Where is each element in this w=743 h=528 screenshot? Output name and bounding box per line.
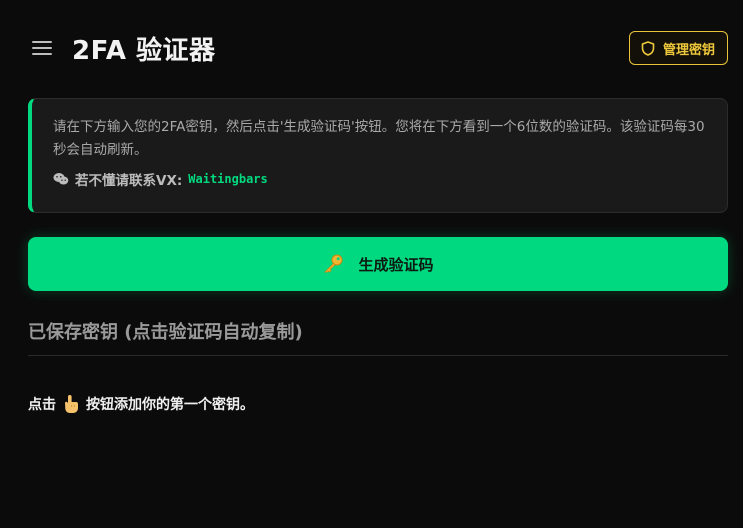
page-title: 2FA 验证器 bbox=[72, 35, 216, 66]
contact-label: 若不懂请联系VX: bbox=[75, 173, 183, 189]
manage-keys-label: 管理密钥 bbox=[662, 42, 715, 58]
wechat-icon bbox=[53, 173, 69, 185]
generate-code-button[interactable]: 生成验证码 bbox=[28, 237, 728, 291]
info-box: 请在下方输入您的2FA密钥，然后点击'生成验证码'按钮。您将在下方看到一个6位数… bbox=[28, 98, 728, 213]
key-icon bbox=[324, 254, 343, 273]
saved-keys-title: 已保存密钥 (点击验证码自动复制) bbox=[28, 322, 303, 343]
header: 2FA 验证器 管理密钥 bbox=[28, 28, 728, 68]
info-text: 请在下方输入您的2FA密钥，然后点击'生成验证码'按钮。您将在下方看到一个6位数… bbox=[53, 119, 705, 158]
menu-button[interactable] bbox=[24, 30, 60, 66]
empty-state: 点击 按钮添加你的第一个密钥。 bbox=[28, 394, 254, 414]
empty-prefix: 点击 bbox=[28, 397, 56, 413]
hamburger-icon bbox=[32, 41, 52, 55]
generate-code-label: 生成验证码 bbox=[358, 255, 434, 274]
contact-line: 若不懂请联系VX: Waitingbars bbox=[53, 169, 707, 189]
pointing-hand-icon bbox=[65, 395, 78, 413]
empty-suffix: 按钮添加你的第一个密钥。 bbox=[86, 397, 254, 413]
shield-icon bbox=[641, 40, 655, 56]
divider bbox=[28, 355, 728, 356]
manage-keys-button[interactable]: 管理密钥 bbox=[628, 31, 728, 65]
contact-id: Waitingbars bbox=[188, 172, 268, 186]
page: 2FA 验证器 管理密钥 请在下方输入您的2FA密钥，然后点击'生成验证码'按钮… bbox=[0, 0, 743, 528]
